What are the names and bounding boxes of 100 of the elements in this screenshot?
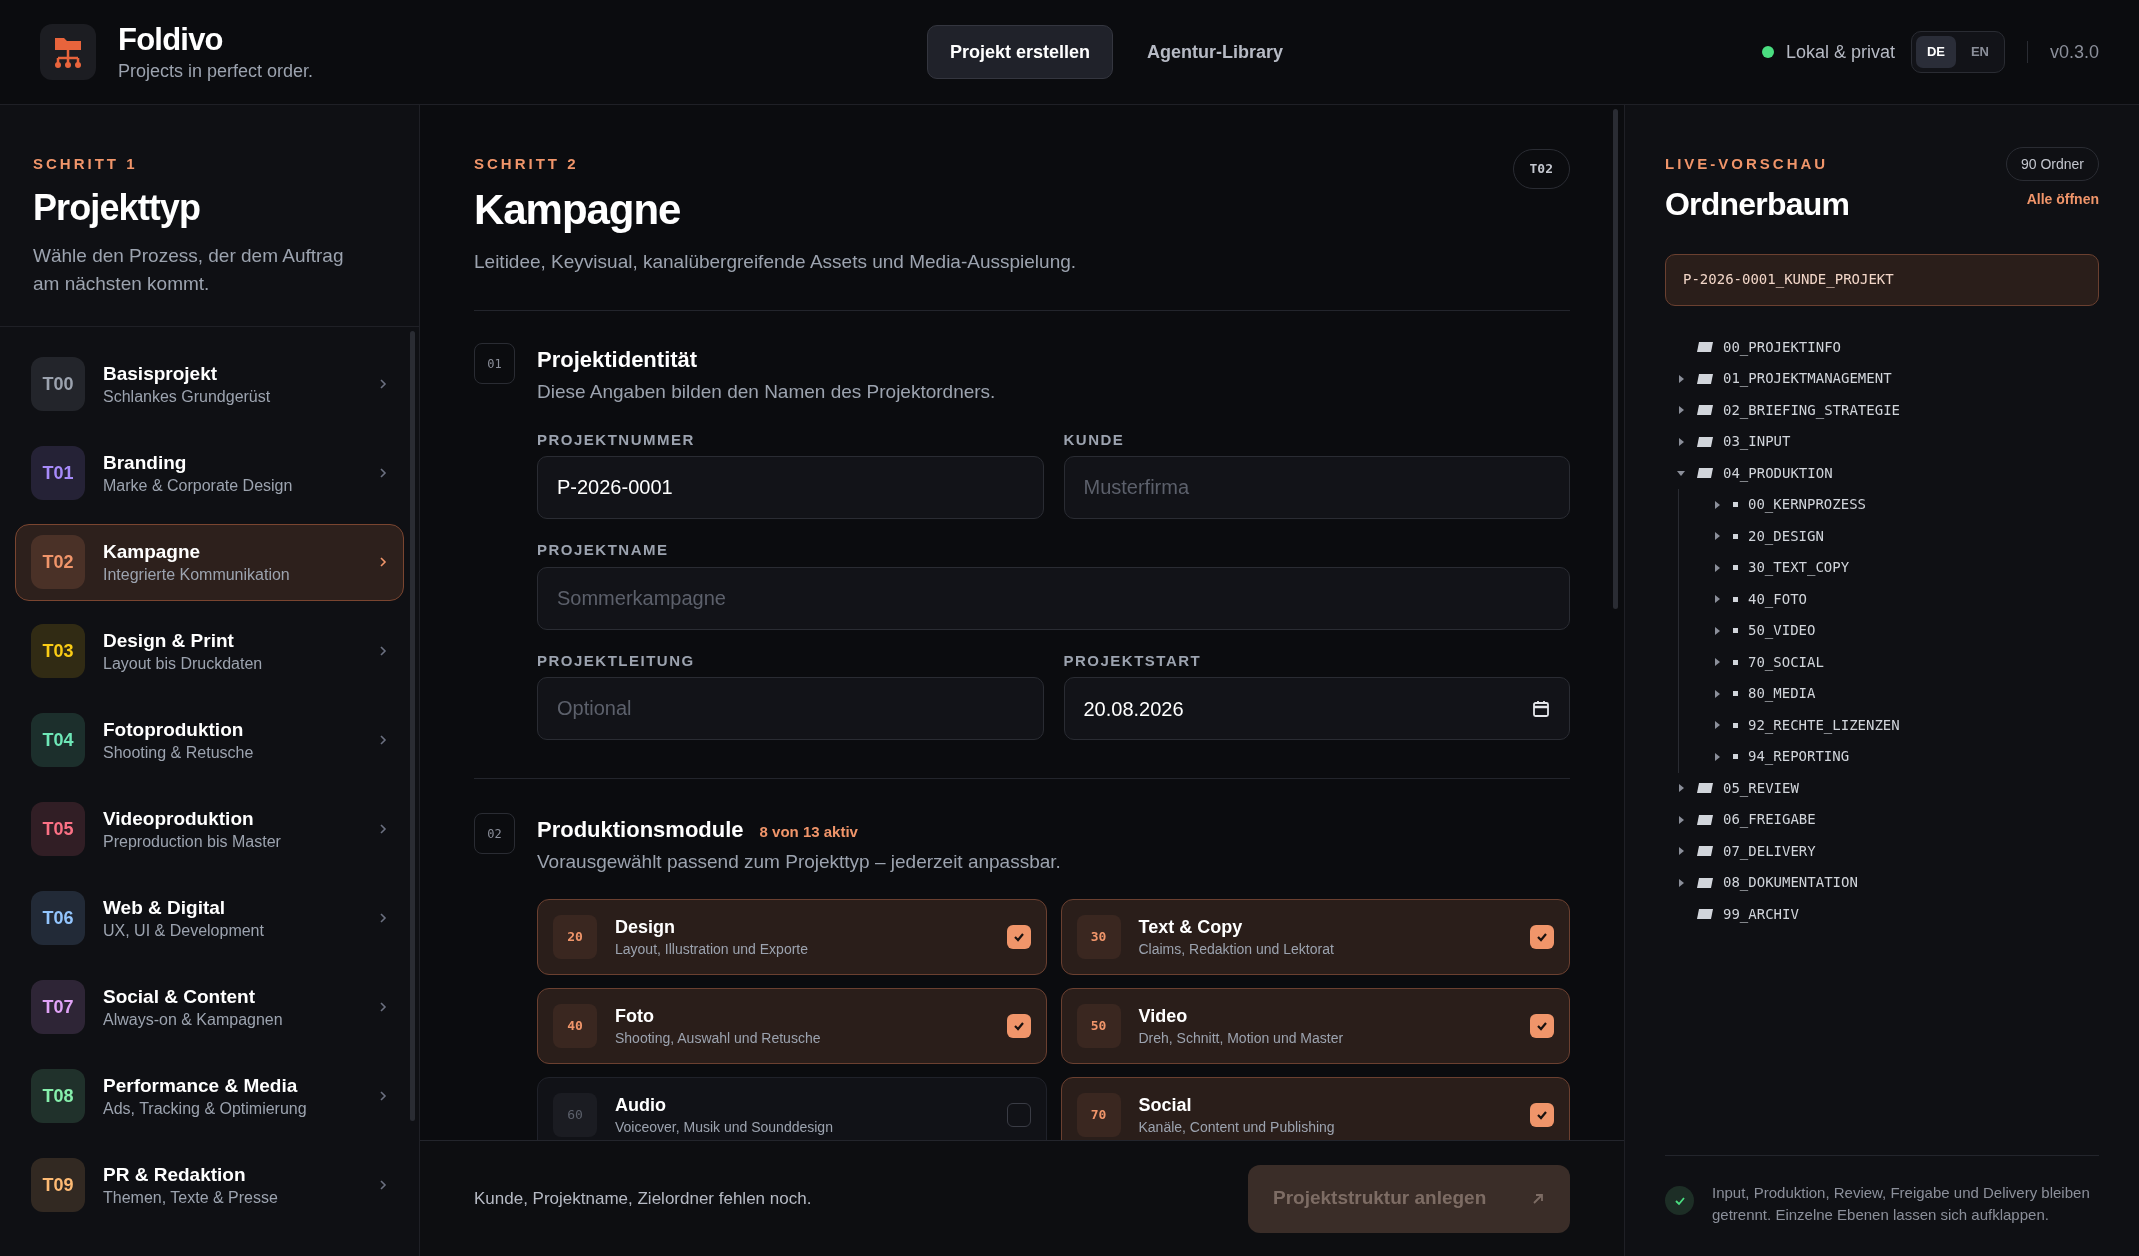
type-code: T07 — [42, 995, 74, 1019]
field-label: PROJEKTLEITUNG — [537, 650, 696, 671]
type-subtitle: Preproduction bis Master — [103, 831, 282, 852]
project-type-item[interactable]: T09 PR & Redaktion Themen, Texte & Presse — [15, 1146, 404, 1224]
module-card[interactable]: 70 Social Kanäle, Content und Publishing — [1060, 1076, 1570, 1140]
tree-row[interactable]: 04_PRODUKTION — [1675, 457, 2099, 489]
text-field[interactable]: Musterfirma — [1063, 456, 1570, 519]
module-card[interactable]: 40 Foto Shooting, Auswahl und Retusche — [537, 987, 1047, 1064]
module-checkbox[interactable] — [1006, 1013, 1031, 1038]
field-label: PROJEKTNUMMER — [537, 429, 696, 450]
type-title: Videoproduktion — [103, 806, 255, 831]
module-card[interactable]: 30 Text & Copy Claims, Redaktion und Lektorat — [1060, 898, 1570, 975]
field-label: PROJEKTNAME — [537, 540, 670, 560]
section-description: Vorausgewählt passend zum Projekttyp – jederzeit anpassbar. — [537, 850, 1062, 874]
tree-row[interactable]: 50_VIDEO — [1711, 615, 2099, 647]
tree-row[interactable]: 70_SOCIAL — [1711, 646, 2099, 678]
text-field[interactable]: Sommerkampagne — [537, 566, 1570, 630]
folder-name: 20_DESIGN — [1748, 526, 1824, 547]
module-card[interactable]: 60 Audio Voiceover, Musik und Sounddesign — [537, 1076, 1047, 1140]
folder-name: 94_REPORTING — [1748, 747, 1850, 767]
module-title: Foto — [615, 1004, 655, 1028]
tree-row[interactable]: 08_DOKUMENTATION — [1675, 867, 2099, 899]
folder-name: 80_MEDIA — [1748, 684, 1816, 704]
tree-row[interactable]: 99_ARCHIV — [1675, 898, 2099, 930]
section-number: 01 — [474, 343, 515, 384]
project-type-item[interactable]: T01 Branding Marke & Corporate Design — [15, 434, 404, 512]
type-code: T00 — [42, 372, 74, 396]
app-tagline: Projects in perfect order. — [118, 60, 314, 83]
type-subtitle: Integrierte Kommunikation — [103, 564, 291, 585]
nav-tab[interactable]: Projekt erstellen — [926, 25, 1113, 79]
tree-row[interactable]: 94_REPORTING — [1711, 741, 2099, 773]
tree-row[interactable]: 40_FOTO — [1711, 583, 2099, 615]
text-field[interactable]: P-2026-0001 — [537, 456, 1044, 519]
project-type-item[interactable]: T05 Videoproduktion Preproduction bis Master — [15, 790, 404, 868]
folder-icon — [1697, 405, 1713, 416]
folder-icon — [1697, 373, 1713, 384]
folder-name: 07_DELIVERY — [1723, 841, 1816, 862]
module-code: 60 — [553, 1092, 597, 1137]
chevron-icon — [378, 1178, 388, 1192]
tree-row[interactable]: 06_FREIGABE — [1675, 804, 2099, 836]
type-title: Performance & Media — [103, 1073, 299, 1098]
tree-row[interactable]: 80_MEDIA — [1711, 678, 2099, 710]
tree-row[interactable]: 00_PROJEKTINFO — [1675, 331, 2099, 363]
bullet-icon — [1733, 596, 1738, 602]
bullet-icon — [1733, 659, 1738, 665]
folder-name: 92_RECHTE_LIZENZEN — [1748, 715, 1900, 736]
module-checkbox[interactable] — [1530, 1013, 1554, 1038]
folder-icon — [1697, 846, 1713, 857]
type-code: T06 — [42, 906, 74, 930]
date-field[interactable]: 20.08.2026 — [1063, 677, 1570, 740]
expand-all-link[interactable]: Alle öffnen — [2026, 189, 2099, 210]
module-card[interactable]: 50 Video Dreh, Schnitt, Motion und Master — [1060, 987, 1570, 1064]
module-title: Audio — [615, 1093, 667, 1117]
tree-row[interactable]: 92_RECHTE_LIZENZEN — [1711, 709, 2099, 741]
tree-row[interactable]: 02_BRIEFING_STRATEGIE — [1675, 394, 2099, 426]
type-title: Branding — [103, 450, 188, 475]
field-label: PROJEKTSTART — [1063, 650, 1203, 671]
section-number: 02 — [474, 813, 515, 854]
project-type-item[interactable]: T07 Social & Content Always-on & Kampagnen — [15, 968, 404, 1046]
project-type-item[interactable]: T08 Performance & Media Ads, Tracking & Optimierung — [15, 1057, 404, 1135]
module-checkbox[interactable] — [1530, 924, 1554, 949]
chevron-icon — [378, 822, 388, 836]
tree-row[interactable]: 07_DELIVERY — [1675, 835, 2099, 867]
tree-row[interactable]: 03_INPUT — [1675, 426, 2099, 458]
module-checkbox[interactable] — [1006, 1102, 1031, 1127]
status-label: Lokal & privat — [1785, 40, 1895, 64]
type-code: T08 — [42, 1084, 74, 1108]
type-subtitle: Shooting & Retusche — [103, 742, 255, 763]
language-option[interactable]: DE — [1915, 36, 1956, 68]
project-type-item[interactable]: T06 Web & Digital UX, UI & Development — [15, 879, 404, 957]
chevron-icon — [378, 733, 388, 747]
text-field[interactable]: Optional — [537, 677, 1044, 740]
step-label: SCHRITT 2 — [474, 154, 580, 174]
module-card[interactable]: 20 Design Layout, Illustration und Exporte — [537, 898, 1047, 975]
type-code: T09 — [42, 1173, 74, 1197]
info-note: Input, Produktion, Review, Freigabe und Delivery bleiben getrennt. Einzelne Ebenen lassen sich aufklappen. — [1712, 1183, 2091, 1225]
tree-row[interactable]: 20_DESIGN — [1711, 520, 2099, 552]
project-type-item[interactable]: T02 Kampagne Integrierte Kommunikation — [15, 523, 404, 601]
project-type-item[interactable]: T00 Basisprojekt Schlankes Grundgerüst — [15, 345, 404, 423]
section-title: Produktionsmodule — [537, 816, 744, 844]
module-checkbox[interactable] — [1006, 924, 1031, 949]
validation-message: Kunde, Projektname, Zielordner fehlen noch. — [474, 1187, 812, 1210]
bullet-icon — [1733, 533, 1738, 539]
module-title: Social — [1138, 1093, 1193, 1117]
tree-row[interactable]: 05_REVIEW — [1675, 772, 2099, 804]
module-checkbox[interactable] — [1530, 1102, 1554, 1127]
tree-row[interactable]: 00_KERNPROZESS — [1711, 489, 2099, 521]
tree-row[interactable]: 01_PROJEKTMANAGEMENT — [1675, 363, 2099, 395]
step-label: LIVE-VORSCHAU — [1665, 154, 1830, 174]
project-type-item[interactable]: T03 Design & Print Layout bis Druckdaten — [15, 612, 404, 690]
folder-name: 04_PRODUKTION — [1723, 463, 1833, 484]
bullet-icon — [1733, 628, 1738, 634]
module-subtitle: Voiceover, Musik und Sounddesign — [615, 1117, 834, 1137]
project-type-item[interactable]: T04 Fotoproduktion Shooting & Retusche — [15, 701, 404, 779]
language-option[interactable]: EN — [1959, 36, 2000, 68]
nav-tab[interactable]: Agentur-Library — [1124, 25, 1305, 79]
calendar-icon[interactable] — [1532, 699, 1550, 718]
type-code: T05 — [42, 817, 74, 841]
folder-name: 08_DOKUMENTATION — [1723, 873, 1858, 893]
tree-row[interactable]: 30_TEXT_COPY — [1711, 552, 2099, 584]
